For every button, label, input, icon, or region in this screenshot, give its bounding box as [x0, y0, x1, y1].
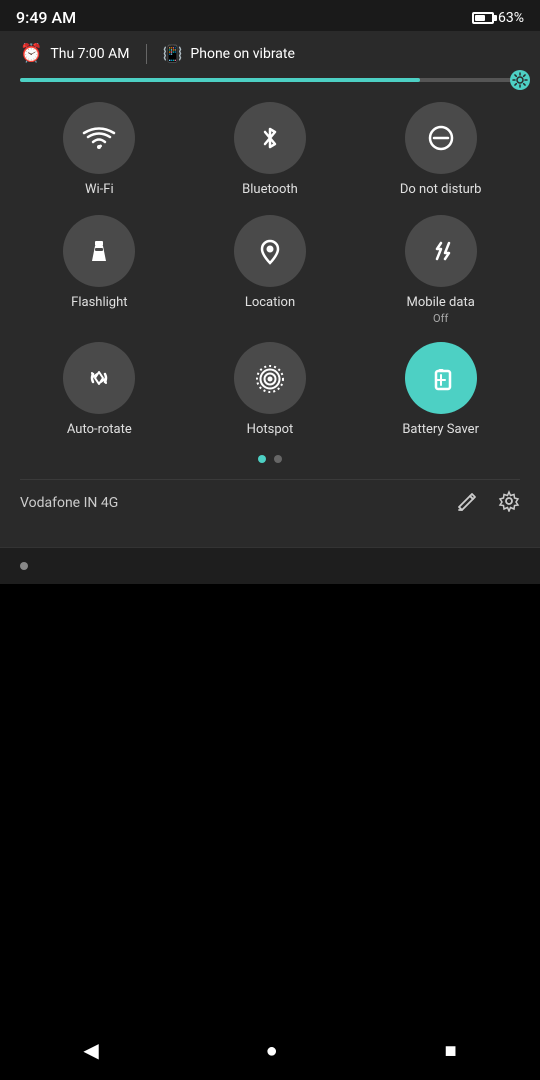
tile-sublabel-mobiledata: Off	[407, 312, 475, 326]
wifi-icon	[81, 120, 117, 156]
footer-row: Vodafone IN 4G	[20, 479, 520, 527]
tile-batterysaver[interactable]: Battery Saver	[361, 342, 520, 439]
mobiledata-icon	[423, 233, 459, 269]
brightness-track[interactable]	[20, 78, 520, 82]
tile-circle-wifi	[63, 102, 135, 174]
tile-circle-mobiledata	[405, 215, 477, 287]
status-right: 63%	[472, 10, 524, 26]
brightness-fill	[20, 78, 420, 82]
location-icon	[252, 233, 288, 269]
tile-autorotate[interactable]: Auto-rotate	[20, 342, 179, 439]
tile-mobiledata[interactable]: Mobile data Off	[361, 215, 520, 326]
bluetooth-icon	[252, 120, 288, 156]
tile-circle-location	[234, 215, 306, 287]
dot-1	[258, 455, 266, 463]
tiles-grid: Wi-Fi Bluetooth Do not disturb	[20, 102, 520, 439]
notification-area	[0, 547, 540, 584]
autorotate-icon	[81, 360, 117, 396]
brightness-thumb[interactable]	[510, 70, 530, 90]
dnd-icon	[423, 120, 459, 156]
vibrate-icon: 📳	[163, 44, 183, 63]
tile-flashlight[interactable]: Flashlight	[20, 215, 179, 326]
status-time: 9:49 AM	[16, 8, 76, 27]
quick-settings-panel: ⏰ Thu 7:00 AM 📳 Phone on vibrate	[0, 31, 540, 547]
tile-label-flashlight: Flashlight	[71, 295, 127, 312]
tile-circle-hotspot	[234, 342, 306, 414]
tile-wifi[interactable]: Wi-Fi	[20, 102, 179, 199]
hotspot-icon	[252, 360, 288, 396]
settings-button[interactable]	[498, 490, 520, 517]
tile-hotspot[interactable]: Hotspot	[191, 342, 350, 439]
edit-button[interactable]	[456, 490, 478, 517]
tile-label-dnd: Do not disturb	[400, 182, 482, 199]
tile-circle-batterysaver	[405, 342, 477, 414]
battery-icon	[472, 12, 494, 24]
brightness-row[interactable]	[20, 78, 520, 82]
flashlight-icon	[81, 233, 117, 269]
vibrate-label: Phone on vibrate	[190, 46, 294, 62]
dot-2	[274, 455, 282, 463]
battery-percent: 63%	[498, 10, 524, 26]
alarm-time: Thu 7:00 AM	[50, 46, 129, 62]
tile-circle-dnd	[405, 102, 477, 174]
tile-location[interactable]: Location	[191, 215, 350, 326]
footer-icons	[456, 490, 520, 517]
tile-bluetooth[interactable]: Bluetooth	[191, 102, 350, 199]
tile-label-bluetooth: Bluetooth	[242, 182, 298, 199]
recents-button[interactable]: ■	[434, 1028, 466, 1073]
batterysaver-icon	[423, 360, 459, 396]
back-button[interactable]: ◀	[73, 1028, 108, 1072]
brightness-sun-icon	[512, 72, 528, 88]
tile-circle-flashlight	[63, 215, 135, 287]
status-bar: 9:49 AM 63%	[0, 0, 540, 31]
nav-bar: ◀ ● ■	[0, 1020, 540, 1080]
tile-label-location: Location	[245, 295, 295, 312]
tile-circle-autorotate	[63, 342, 135, 414]
tile-label-mobiledata: Mobile data	[407, 295, 475, 312]
carrier-label: Vodafone IN 4G	[20, 495, 118, 511]
alarm-row: ⏰ Thu 7:00 AM 📳 Phone on vibrate	[20, 43, 520, 64]
tile-label-autorotate: Auto-rotate	[67, 422, 132, 439]
tile-label-hotspot: Hotspot	[247, 422, 294, 439]
tile-circle-bluetooth	[234, 102, 306, 174]
tile-dnd[interactable]: Do not disturb	[361, 102, 520, 199]
settings-icon	[498, 490, 520, 512]
alarm-divider	[146, 44, 147, 64]
battery-fill	[475, 15, 485, 21]
page-dots	[20, 455, 520, 463]
alarm-icon: ⏰	[20, 43, 42, 64]
edit-icon	[456, 490, 478, 512]
tile-label-wifi: Wi-Fi	[85, 182, 114, 199]
tile-label-mobiledata-container: Mobile data Off	[407, 295, 475, 326]
home-button[interactable]: ●	[256, 1028, 288, 1073]
tile-label-batterysaver: Battery Saver	[402, 422, 479, 439]
notification-dot	[20, 562, 28, 570]
